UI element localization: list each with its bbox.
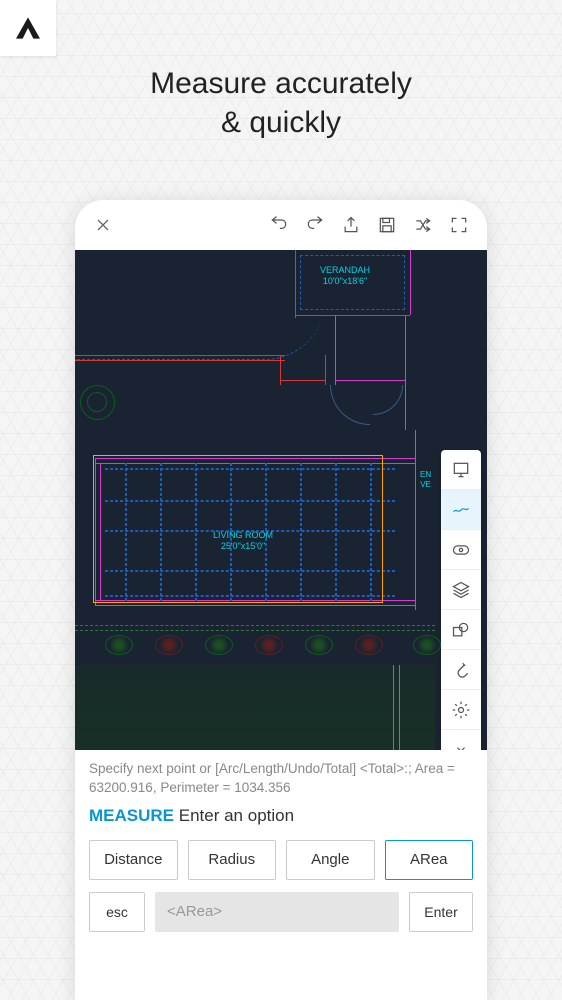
tool-measure[interactable]	[441, 490, 481, 530]
marketing-headline: Measure accurately & quickly	[0, 64, 562, 142]
close-button[interactable]	[87, 209, 119, 241]
share-button[interactable]	[335, 209, 367, 241]
tool-view[interactable]	[441, 530, 481, 570]
tool-shapes[interactable]	[441, 610, 481, 650]
app-toolbar	[75, 200, 487, 250]
headline-line1: Measure accurately	[150, 67, 412, 100]
command-prompt-text: Enter an option	[179, 806, 294, 825]
option-radius[interactable]: Radius	[188, 840, 277, 880]
command-input-row: esc <ARea> Enter	[75, 886, 487, 938]
save-button[interactable]	[371, 209, 403, 241]
headline-line2: & quickly	[221, 106, 341, 139]
option-area[interactable]: ARea	[385, 840, 474, 880]
drawing-canvas[interactable]: VERANDAH10'0"x18'6"	[75, 250, 487, 750]
option-distance[interactable]: Distance	[89, 840, 178, 880]
tool-collapse[interactable]	[441, 730, 481, 750]
command-input[interactable]: <ARea>	[155, 892, 399, 932]
tool-display[interactable]	[441, 450, 481, 490]
side-toolbox	[441, 450, 481, 750]
command-prompt: MEASURE Enter an option	[75, 804, 487, 834]
tool-layers[interactable]	[441, 570, 481, 610]
autodesk-logo	[0, 0, 56, 56]
command-history: Specify next point or [Arc/Length/Undo/T…	[75, 750, 487, 804]
tool-settings[interactable]	[441, 690, 481, 730]
esc-button[interactable]: esc	[89, 892, 145, 932]
measure-selection[interactable]	[93, 455, 383, 603]
random-button[interactable]	[407, 209, 439, 241]
redo-button[interactable]	[299, 209, 331, 241]
enter-button[interactable]: Enter	[409, 892, 473, 932]
command-name: MEASURE	[89, 806, 174, 825]
tool-attach[interactable]	[441, 650, 481, 690]
entry-label: ENVE	[420, 470, 431, 489]
undo-button[interactable]	[263, 209, 295, 241]
measure-options: Distance Radius Angle ARea	[75, 834, 487, 886]
option-angle[interactable]: Angle	[286, 840, 375, 880]
fullscreen-button[interactable]	[443, 209, 475, 241]
verandah-label: VERANDAH10'0"x18'6"	[320, 265, 370, 287]
phone-mockup: VERANDAH10'0"x18'6"	[75, 200, 487, 1000]
